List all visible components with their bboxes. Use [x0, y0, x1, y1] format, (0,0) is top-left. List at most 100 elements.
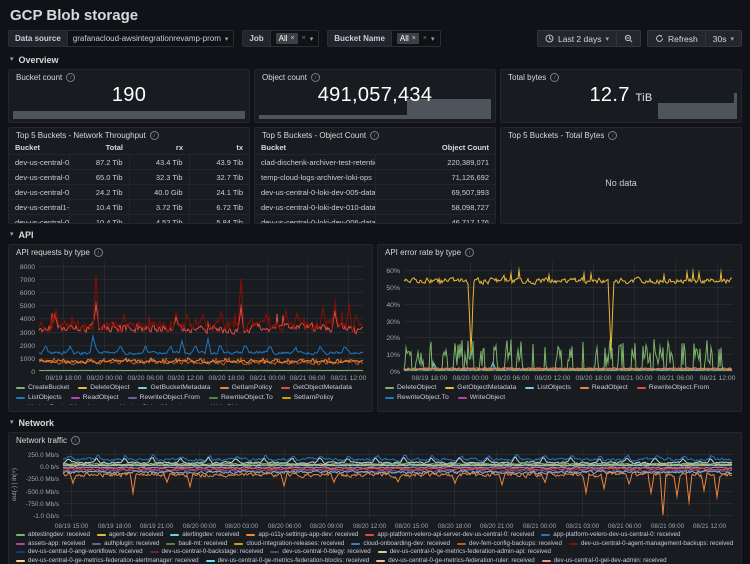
legend-label: UpdateObjectMetadata — [120, 403, 190, 405]
legend-item[interactable]: dev-us-central-0-ge-metrics-federation-a… — [378, 548, 551, 557]
legend-item[interactable]: UpdateBucketMetadata — [16, 403, 99, 405]
legend-color-dash — [580, 387, 589, 389]
legend-item[interactable]: app-o11y-settings-app-dev: received — [246, 531, 358, 540]
legend-item[interactable]: dev-us-central-0-ge-metrics-federation-b… — [206, 557, 370, 564]
legend-item[interactable]: dev-us-central-0-ge-metrics-federation-a… — [16, 557, 199, 564]
clear-icon[interactable]: × — [423, 35, 427, 42]
api-error-rate-chart[interactable] — [378, 258, 741, 382]
panel-title[interactable]: API requests by type — [16, 248, 90, 257]
zoom-out-button[interactable] — [617, 30, 641, 47]
panel-title[interactable]: Top 5 Buckets - Object Count — [262, 131, 366, 140]
legend-item[interactable]: dev-us-central-0-gel-dev-admin: received — [542, 557, 667, 564]
chevron-down-icon: ▾ — [431, 35, 435, 43]
cell-value: 5.84 Tib — [189, 215, 249, 225]
legend-item[interactable]: RewriteObject.To — [209, 393, 273, 403]
column-header[interactable]: rx — [129, 141, 189, 155]
remove-icon[interactable]: × — [412, 35, 416, 42]
panel-title[interactable]: Object count — [262, 73, 307, 82]
legend-item[interactable]: UpdateObjectMetadata — [108, 403, 190, 405]
legend-item[interactable]: cloud-onboarding-dev: received — [351, 540, 450, 549]
bucket-label: Bucket Name — [327, 30, 391, 47]
cell-value: 43.4 Tib — [129, 155, 189, 170]
legend-item[interactable]: ListObjects — [16, 393, 62, 403]
legend-item[interactable]: DeleteObject — [385, 383, 436, 393]
panel-title[interactable]: Total bytes — [508, 73, 546, 82]
job-select[interactable]: All × × ▾ — [270, 30, 320, 47]
legend-item[interactable]: dev-us-central-0-backstage: received — [150, 548, 264, 557]
legend-item[interactable]: GetObjectMetadata — [445, 383, 516, 393]
info-icon[interactable]: i — [94, 248, 103, 257]
legend-item[interactable]: cloud-integration-releases: received — [234, 540, 344, 549]
legend-item[interactable]: bauli-mt: received — [166, 540, 227, 549]
legend-item[interactable]: abtestingdev: received — [16, 531, 90, 540]
legend-item[interactable]: ReadObject — [71, 393, 119, 403]
panel-title[interactable]: Network traffic — [16, 436, 67, 445]
legend-item[interactable]: GetObjectMetadata — [281, 383, 352, 393]
info-icon[interactable]: i — [71, 436, 80, 445]
section-network[interactable]: ▾ Network — [10, 416, 742, 429]
legend-item[interactable]: alertingdev: received — [170, 531, 239, 540]
network-traffic-chart[interactable] — [9, 446, 741, 530]
legend-item[interactable]: ListObjects — [525, 383, 571, 393]
cell-bucket: dev-us-central-0-loki-dev-006-data — [255, 215, 375, 225]
api-requests-chart[interactable] — [9, 258, 372, 382]
legend-item[interactable]: CreateBucket — [16, 383, 69, 393]
clear-icon[interactable]: × — [302, 35, 306, 42]
legend-label: WriteObject — [470, 393, 505, 403]
legend-label: DeleteObject — [397, 383, 436, 393]
legend-item[interactable]: ReadObject — [580, 383, 628, 393]
info-icon[interactable]: i — [550, 73, 559, 82]
section-overview[interactable]: ▾ Overview — [10, 53, 742, 66]
column-header[interactable]: Bucket — [9, 141, 69, 155]
refresh-interval-picker[interactable]: 30s ▾ — [706, 30, 742, 47]
legend-item[interactable]: GetBucketMetadata — [138, 383, 210, 393]
panel-title[interactable]: Top 5 Buckets - Total Bytes — [508, 131, 604, 140]
info-icon[interactable]: i — [370, 131, 379, 140]
legend-item[interactable]: DeleteObject — [78, 383, 129, 393]
legend-label: GetObjectMetadata — [457, 383, 516, 393]
legend-item[interactable]: app-platform-velero-api-server-dev-us-ce… — [365, 531, 534, 540]
panel-title[interactable]: Top 5 Buckets - Network Throughput — [16, 131, 146, 140]
legend-item[interactable]: RewriteObject.From — [637, 383, 709, 393]
legend-item[interactable]: RewriteObject.From — [128, 393, 200, 403]
legend-item[interactable]: dev-us-central-0-agent-management-backup… — [569, 540, 733, 549]
legend-item[interactable]: WriteObject — [458, 393, 505, 403]
cell-bucket: clad-dischenk-archiver-test-retention — [255, 155, 375, 170]
job-value-chip[interactable]: All × — [276, 33, 298, 44]
legend-item[interactable]: authplugin: received — [92, 540, 159, 549]
legend-item[interactable]: dev-us-central-0-angi-workflows: receive… — [16, 548, 143, 557]
bucket-value-chip[interactable]: All × — [397, 33, 419, 44]
time-range-label: Last 2 days — [558, 34, 601, 44]
legend-item[interactable]: RewriteObject.To — [385, 393, 449, 403]
table-row: dev-us-central-0-mimi10.4 Tib4.52 Tib5.8… — [9, 215, 249, 225]
legend-item[interactable]: dev-fem-config-backups: received — [457, 540, 562, 549]
job-filter: Job All × × ▾ — [242, 30, 319, 47]
refresh-button[interactable]: Refresh — [647, 30, 706, 47]
legend-label: agent-dev: received — [109, 531, 163, 540]
legend-item[interactable]: agent-dev: received — [97, 531, 163, 540]
column-header[interactable]: Bucket — [255, 141, 375, 155]
table-row: dev-us-central-0-loki-dev-006-data46,717… — [255, 215, 495, 225]
info-icon[interactable]: i — [66, 73, 75, 82]
legend-item[interactable]: dev-us-central-0-ge-metrics-federation-r… — [376, 557, 535, 564]
time-range-picker[interactable]: Last 2 days ▾ — [537, 30, 617, 47]
legend-item[interactable]: assets-app: received — [16, 540, 85, 549]
column-header[interactable]: Object Count — [375, 141, 495, 155]
info-icon[interactable]: i — [465, 248, 474, 257]
datasource-select[interactable]: grafanacloud-awsintegrationrevamp-prom ▾ — [67, 30, 235, 47]
legend-item[interactable]: GetIamPolicy — [220, 383, 272, 393]
column-header[interactable]: tx — [189, 141, 249, 155]
legend-item[interactable]: WriteObject — [199, 403, 246, 405]
remove-icon[interactable]: × — [291, 35, 295, 42]
bucket-select[interactable]: All × × ▾ — [391, 30, 441, 47]
info-icon[interactable]: i — [608, 131, 617, 140]
column-header[interactable]: Total — [69, 141, 129, 155]
panel-title[interactable]: API error rate by type — [385, 248, 461, 257]
legend-item[interactable]: app-platform-velero-dev-us-central-0: re… — [541, 531, 680, 540]
section-api[interactable]: ▾ API — [10, 228, 742, 241]
info-icon[interactable]: i — [311, 73, 320, 82]
panel-title[interactable]: Bucket count — [16, 73, 62, 82]
legend-item[interactable]: SetIamPolicy — [282, 393, 334, 403]
legend-item[interactable]: dev-us-central-0-blegy: received — [270, 548, 370, 557]
info-icon[interactable]: i — [150, 131, 159, 140]
